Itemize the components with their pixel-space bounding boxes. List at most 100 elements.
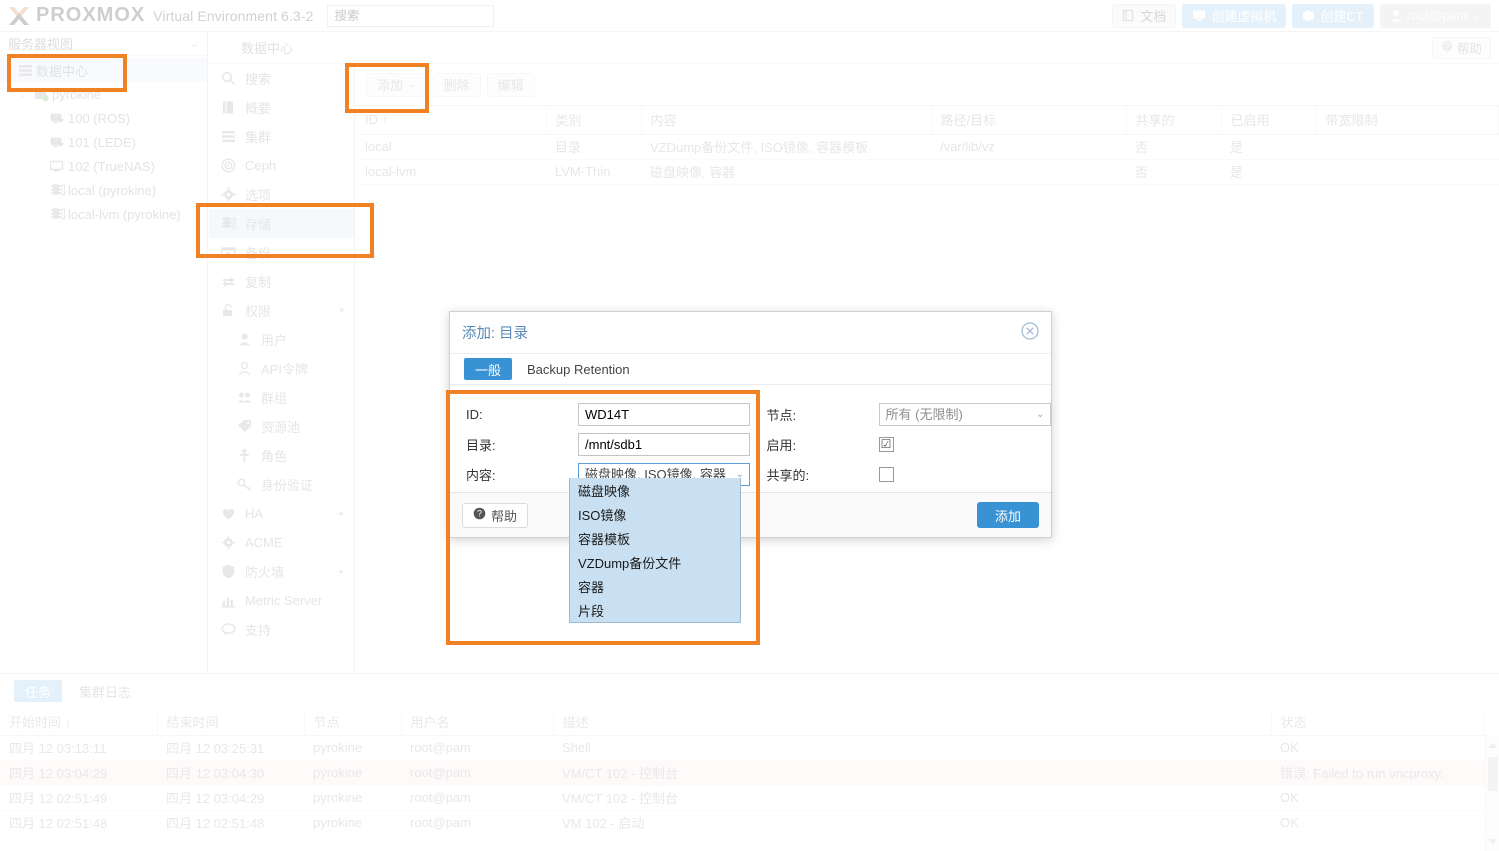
dropdown-option-1[interactable]: ISO镜像 xyxy=(570,502,740,526)
column-header-5[interactable]: 已启用 xyxy=(1221,106,1317,135)
nav-item-权限[interactable]: 权限 ▾ xyxy=(209,296,354,325)
nav-item-ha[interactable]: HA ▸ xyxy=(209,499,354,528)
chevron-down-icon: ⌄ xyxy=(408,79,416,89)
nav-item-角色[interactable]: 角色 xyxy=(209,441,354,470)
help-button[interactable]: ? 帮助 xyxy=(1431,36,1491,59)
task-cell-user: root@pam xyxy=(401,785,553,811)
content-dropdown-list[interactable]: 磁盘映像 ISO镜像 容器模板 VZDump备份文件 容器 片段 xyxy=(569,478,741,623)
nav-item-概要[interactable]: 概要 xyxy=(209,93,354,122)
search-input[interactable] xyxy=(327,4,495,27)
task-row[interactable]: 四月 12 03:13:11 四月 12 03:25:31 pyrokine root… xyxy=(0,735,1485,761)
task-cell-status: OK xyxy=(1271,735,1485,761)
column-header-6[interactable]: 带宽限制 xyxy=(1316,106,1499,135)
add-storage-button[interactable]: 添加 ⌄ xyxy=(366,72,427,97)
scrollbar-thumb[interactable] xyxy=(1488,757,1498,791)
tasks-column-header-4[interactable]: 描述 xyxy=(553,708,1272,736)
storage-icon xyxy=(221,216,245,231)
directory-input[interactable] xyxy=(578,432,750,456)
dropdown-option-0[interactable]: 磁盘映像 xyxy=(570,478,740,502)
task-row[interactable]: 四月 12 02:51:49 四月 12 03:04:29 pyrokine root… xyxy=(0,785,1485,811)
nav-item-api令牌[interactable]: API令牌 xyxy=(209,354,354,383)
tasks-column-header-3[interactable]: 用户名 xyxy=(401,708,554,736)
tree-expander-icon[interactable]: ⌄ xyxy=(0,65,14,76)
tasks-column-header-1[interactable]: 结束时间 xyxy=(157,708,305,736)
enable-checkbox[interactable]: ☑ xyxy=(878,436,894,452)
nav-item-身份验证[interactable]: 身份验证 xyxy=(209,470,354,499)
tasks-scrollbar[interactable] xyxy=(1485,735,1499,851)
scroll-up-arrow-icon[interactable] xyxy=(1489,743,1497,748)
nav-item-搜索[interactable]: 搜索 xyxy=(209,64,354,93)
nav-item-支持[interactable]: 支持 xyxy=(209,615,354,644)
expand-arrow-icon[interactable]: ▸ xyxy=(339,566,344,577)
tasks-column-header-5[interactable]: 状态 xyxy=(1271,708,1485,736)
key-icon xyxy=(237,477,261,492)
tree-item-4[interactable]: 102 (TrueNAS) xyxy=(0,154,207,178)
shared-checkbox[interactable] xyxy=(878,466,894,482)
table-row[interactable]: local-lvm LVM-Thin 磁盘映像, 容器 否是 xyxy=(356,159,1499,185)
expand-arrow-icon[interactable]: ▾ xyxy=(339,305,344,316)
nav-item-防火墙[interactable]: 防火墙 ▸ xyxy=(209,557,354,586)
view-selector[interactable]: 服务器视图 ⌄ xyxy=(0,32,207,56)
dropdown-option-4[interactable]: 容器 xyxy=(570,574,740,598)
dropdown-option-2[interactable]: 容器模板 xyxy=(570,526,740,550)
column-header-4[interactable]: 共享的 xyxy=(1126,106,1222,135)
column-header-1[interactable]: 类别 xyxy=(546,106,642,135)
tree-expander-icon[interactable]: ⌄ xyxy=(16,89,30,100)
create-vm-button[interactable]: 创建虚拟机 xyxy=(1182,3,1287,28)
tree-item-2[interactable]: 100 (ROS) xyxy=(0,106,207,130)
tab-general[interactable]: 一般 xyxy=(464,358,513,380)
task-row[interactable]: 四月 12 02:51:48 四月 12 02:51:48 pyrokine root… xyxy=(0,810,1485,836)
column-header-0[interactable]: ID ↑ xyxy=(356,106,547,135)
nav-item-label: 权限 xyxy=(245,304,272,319)
tree-item-5[interactable]: local (pyrokine) xyxy=(0,178,207,202)
datacenter-icon xyxy=(14,63,36,78)
task-row[interactable]: 四月 12 03:04:29 四月 12 03:04:30 pyrokine root… xyxy=(0,760,1485,786)
table-row[interactable]: local 目录 VZDump备份文件, ISO镜像, 容器模板/var/lib/v… xyxy=(356,134,1499,160)
tab-tasks[interactable]: 任务 xyxy=(14,680,63,702)
column-header-3[interactable]: 路径/目标 xyxy=(931,106,1127,135)
replicate-icon xyxy=(221,274,245,289)
nav-item-群组[interactable]: 群组 xyxy=(209,383,354,412)
dropdown-option-3[interactable]: VZDump备份文件 xyxy=(570,550,740,574)
tasks-column-header-2[interactable]: 节点 xyxy=(304,708,402,736)
node-select[interactable]: 所有 (无限制) ⌄ xyxy=(878,402,1051,426)
header-actions: 文档 创建虚拟机 创建CT root@pam ⌄ xyxy=(1112,3,1491,28)
task-cell-status: OK xyxy=(1271,785,1485,811)
create-ct-button[interactable]: 创建CT xyxy=(1292,3,1374,28)
tasks-column-header-0[interactable]: 开始时间 ↓ xyxy=(0,708,158,736)
shield-icon xyxy=(221,564,245,579)
dialog-help-button[interactable]: ? 帮助 xyxy=(462,502,529,528)
expand-arrow-icon[interactable]: ▸ xyxy=(339,508,344,519)
tree-item-1[interactable]: ⌄ pyrokine xyxy=(0,82,207,106)
nav-item-选项[interactable]: 选项 xyxy=(209,180,354,209)
user-menu-button[interactable]: root@pam ⌄ xyxy=(1379,3,1491,28)
nav-item-label: 选项 xyxy=(245,188,272,203)
nav-item-资源池[interactable]: 资源池 xyxy=(209,412,354,441)
tree-item-6[interactable]: local-lvm (pyrokine) xyxy=(0,202,207,226)
nav-item-用户[interactable]: 用户 xyxy=(209,325,354,354)
nav-item-acme[interactable]: ACME xyxy=(209,528,354,557)
datacenter-nav: 搜索 概要 集群 Ceph 选项存储 备份 复制权限 ▾ 用户 API令牌 群组 资源池 角色 身份验证 H… xyxy=(209,64,355,672)
remove-storage-button[interactable]: 删除 xyxy=(432,72,481,97)
tree-item-0[interactable]: ⌄ 数据中心 xyxy=(0,58,207,82)
close-icon[interactable] xyxy=(1021,322,1039,343)
dropdown-option-5[interactable]: 片段 xyxy=(570,598,740,622)
nav-item-复制[interactable]: 复制 xyxy=(209,267,354,296)
cell-bwlimit xyxy=(1316,134,1499,160)
nav-item-存储[interactable]: 存储 xyxy=(209,209,354,238)
tab-cluster-log[interactable]: 集群日志 xyxy=(68,680,142,702)
tab-backup-retention[interactable]: Backup Retention xyxy=(516,358,641,380)
dialog-submit-button[interactable]: 添加 xyxy=(976,502,1039,528)
column-header-2[interactable]: 内容 xyxy=(641,106,932,135)
nav-item-备份[interactable]: 备份 xyxy=(209,238,354,267)
tree-item-3[interactable]: 101 (LEDE) xyxy=(0,130,207,154)
id-input[interactable] xyxy=(578,402,750,426)
scroll-down-arrow-icon[interactable] xyxy=(1489,839,1497,844)
docs-button[interactable]: 文档 xyxy=(1112,3,1177,28)
id-label: ID: xyxy=(466,406,483,422)
edit-storage-button[interactable]: 编辑 xyxy=(486,72,535,97)
nav-item-集群[interactable]: 集群 xyxy=(209,122,354,151)
tab-backup-retention-label: Backup Retention xyxy=(527,361,630,377)
nav-item-ceph[interactable]: Ceph xyxy=(209,151,354,180)
nav-item-metric-server[interactable]: Metric Server xyxy=(209,586,354,615)
